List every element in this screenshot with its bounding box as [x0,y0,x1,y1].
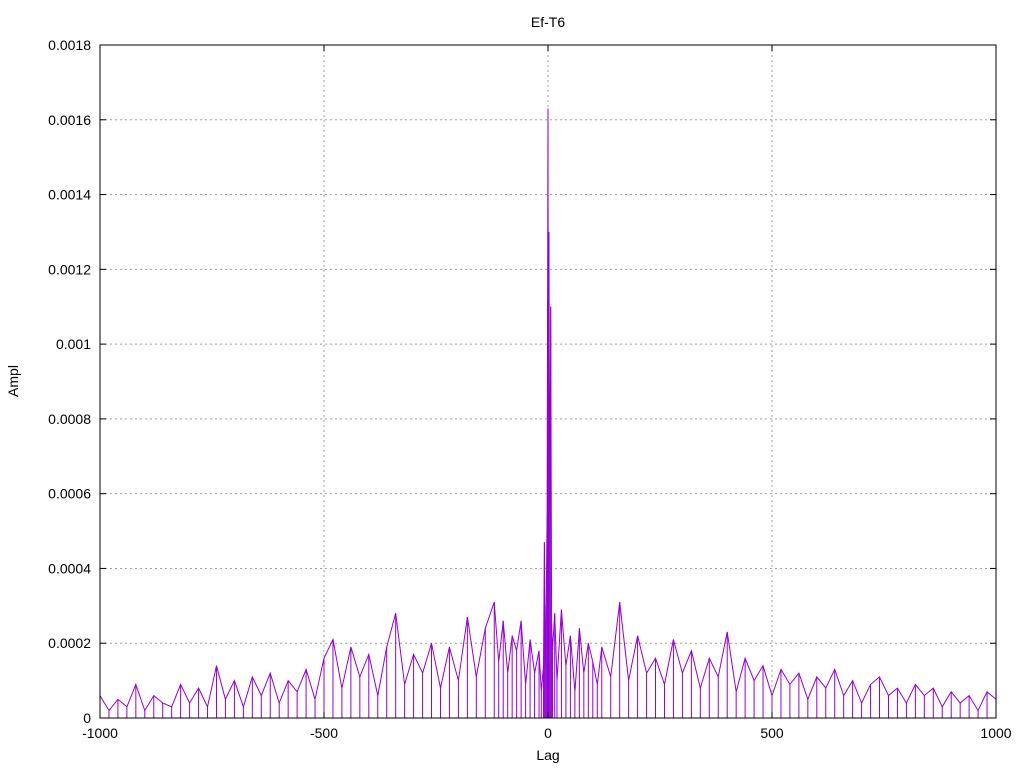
x-tick-label: 0 [544,725,552,741]
y-tick-label: 0.0016 [48,112,91,128]
x-tick-label: -1000 [82,725,118,741]
y-axis-title: Ampl [5,365,21,397]
y-tick-label: 0.0002 [48,635,91,651]
y-tick-label: 0.0014 [48,187,91,203]
x-tick-label: 1000 [980,725,1011,741]
series-layer [99,108,997,718]
chart-title: Ef-T6 [531,14,565,30]
y-tick-label: 0.0008 [48,411,91,427]
x-axis-title: Lag [536,747,559,763]
x-tick-label: -500 [310,725,338,741]
y-tick-label: 0.0012 [48,261,91,277]
ticks: -1000 -500 0 500 1000 0 0.0002 0.0004 0.0006 0.00… [48,37,1012,741]
x-tick-label: 500 [760,725,784,741]
y-tick-label: 0.0004 [48,560,91,576]
y-tick-label: 0.001 [56,336,91,352]
y-tick-label: 0.0018 [48,37,91,53]
y-tick-label: 0.0006 [48,486,91,502]
chart: Ef-T6 -1000 -500 0 500 1000 0 0.0002 0.0004 0.00… [5,14,1012,763]
y-tick-label: 0 [83,710,91,726]
